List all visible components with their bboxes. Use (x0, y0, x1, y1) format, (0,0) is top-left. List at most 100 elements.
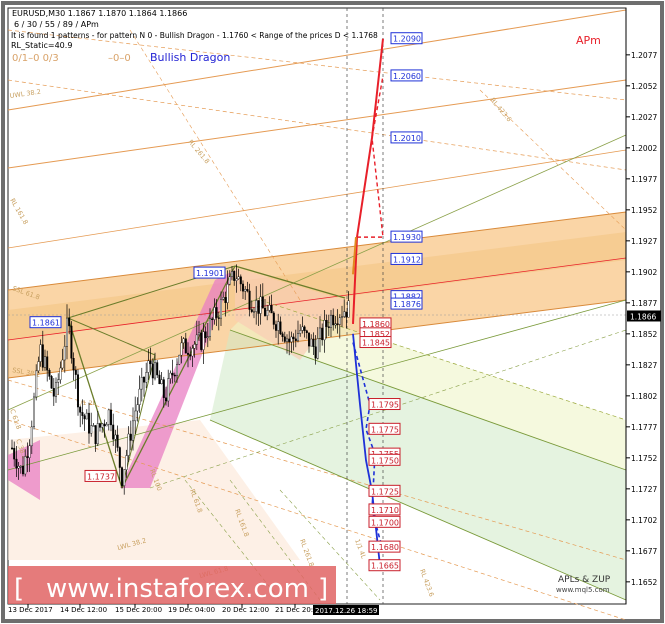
candle-body (195, 334, 198, 345)
candle-body (314, 346, 317, 359)
candle-body (305, 330, 308, 334)
candle-body (283, 336, 286, 342)
brand-tag: APm (576, 34, 601, 47)
candle-body (112, 424, 115, 440)
x-tick-label: 15 Dec 20:00 (115, 606, 162, 614)
params-line: 6 / 30 / 55 / 89 / APm (14, 20, 99, 29)
candle-body (330, 314, 333, 328)
y-tick-label: 1.1802 (631, 392, 657, 401)
candle-body (191, 348, 194, 357)
candle-body (197, 332, 200, 336)
pattern-marks: 0/1–0 0/3 (12, 53, 59, 64)
candle-body (235, 278, 238, 281)
pivot-label: 1.1901 (196, 269, 224, 278)
candle-body (175, 364, 178, 376)
candle-body (257, 300, 260, 314)
y-tick-label: 1.1752 (631, 454, 657, 463)
candle-body (118, 447, 121, 468)
candle-body (316, 338, 319, 359)
y-tick-label: 1.1702 (631, 516, 657, 525)
candle-body (270, 304, 273, 314)
candle-body (208, 318, 211, 337)
candle-body (109, 409, 112, 426)
candle-body (74, 369, 77, 375)
candle-body (158, 374, 161, 385)
candle-body (182, 338, 185, 344)
candle-body (92, 425, 95, 427)
candle-body (252, 311, 255, 313)
candle-body (286, 338, 289, 342)
candle-body (266, 310, 269, 316)
candle-body (169, 372, 172, 379)
target-up-label: 1.2060 (393, 72, 421, 81)
candle-body (250, 309, 253, 312)
candle-body (83, 415, 86, 420)
candle-body (184, 338, 187, 354)
candle-body (103, 423, 106, 427)
candle-body (79, 406, 82, 413)
target-up-label: 1.1912 (393, 255, 421, 264)
target-down-label: 1.1725 (371, 487, 399, 496)
candle-body (61, 359, 64, 369)
candle-body (167, 378, 170, 402)
candle-body (264, 307, 267, 316)
candle-body (288, 338, 291, 343)
candle-body (325, 320, 328, 327)
watermark-bracket-close: ] (318, 574, 328, 604)
price-chart[interactable]: UWL 38.2RL 261.8RL 423.6RL 161.8SSL 61.8… (0, 0, 665, 624)
candle-body (142, 377, 145, 383)
candle-body (200, 332, 203, 350)
candle-body (37, 361, 40, 372)
candle-body (248, 290, 251, 310)
candle-body (224, 297, 227, 303)
candle-body (164, 397, 167, 402)
candle-body (76, 374, 79, 408)
candle-body (319, 327, 322, 339)
candle-body (131, 420, 134, 441)
candle-body (17, 466, 20, 469)
candle-body (50, 376, 53, 389)
candle-body (310, 338, 313, 347)
y-tick-label: 1.1902 (631, 268, 657, 277)
candle-body (114, 434, 117, 440)
rl-static-line: RL_Static=40.9 (11, 41, 72, 50)
x-tick-label: 20 Dec 12:00 (222, 606, 269, 614)
candle-body (63, 346, 66, 361)
y-tick-label: 1.1727 (631, 485, 657, 494)
y-tick-label: 1.2027 (631, 113, 657, 122)
candle-body (120, 467, 123, 486)
target-down-label: 1.1680 (371, 543, 399, 552)
candle-body (85, 412, 88, 420)
x-axis: 13 Dec 2017 14 Dec 12:00 15 Dec 20:00 19 De… (8, 604, 379, 615)
y-tick-label: 1.1977 (631, 175, 657, 184)
brand-credit: APLs & ZUP (558, 575, 611, 585)
candle-body (338, 317, 341, 325)
candle-body (312, 338, 315, 348)
candle-body (145, 372, 148, 383)
candle-body (81, 412, 84, 416)
candle-body (44, 356, 47, 368)
watermark-site: www.instaforex.com (46, 574, 309, 604)
candle-body (153, 362, 156, 379)
candle-body (332, 314, 335, 326)
candle-body (19, 466, 22, 468)
candle-body (237, 276, 240, 280)
candle-body (343, 311, 346, 317)
candle-body (149, 360, 152, 365)
candle-body (22, 466, 25, 475)
target-up-label: 1.1876 (393, 300, 421, 309)
candle-body (272, 312, 275, 325)
target-down-label: 1.1795 (371, 401, 399, 410)
candle-body (299, 330, 302, 334)
pattern-marks-2: –0–0 (108, 53, 131, 64)
target-down-label: 1.1750 (371, 456, 399, 465)
candle-body (96, 423, 99, 445)
candle-body (290, 336, 293, 343)
candle-body (129, 433, 132, 441)
y-tick-label: 1.2077 (631, 51, 657, 60)
target-up-label: 1.2090 (393, 35, 421, 44)
candle-body (279, 321, 282, 335)
candle-body (28, 445, 31, 458)
candle-body (116, 434, 119, 448)
candle-body (24, 456, 27, 475)
